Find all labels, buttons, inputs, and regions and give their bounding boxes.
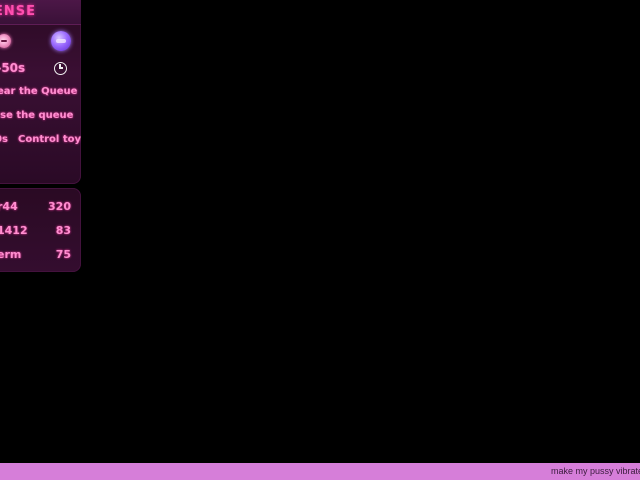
tip-leaderboard: r44 320 1412 83 erm 75 <box>0 188 81 272</box>
alarm-clock-icon[interactable] <box>54 62 67 75</box>
scrolling-ticker-bar: make my pussy vibrate d <box>0 463 640 480</box>
leaderboard-row: erm 75 <box>0 245 81 265</box>
leaderboard-user: erm <box>0 248 22 261</box>
icon-row <box>0 30 81 54</box>
leaderboard-score: 320 <box>48 200 71 213</box>
avatar-icon[interactable] <box>51 31 71 51</box>
duration-button[interactable]: 0s <box>0 134 8 145</box>
leaderboard-score: 75 <box>55 248 71 261</box>
clear-queue-button[interactable]: ear the Queue <box>0 86 77 97</box>
panel-header: ENSE <box>0 0 81 25</box>
leaderboard-row: 1412 83 <box>0 221 81 241</box>
leaderboard-user: 1412 <box>0 224 28 237</box>
brand-logo-text: ENSE <box>0 4 37 19</box>
toy-icon[interactable] <box>0 34 11 48</box>
control-menu-panel: ENSE 0-50s ear the Queue use the queue 0… <box>0 0 81 184</box>
pause-queue-button[interactable]: use the queue <box>0 110 73 121</box>
leaderboard-score: 83 <box>55 224 71 237</box>
leaderboard-row: r44 320 <box>0 197 81 217</box>
stream-overlay: ENSE 0-50s ear the Queue use the queue 0… <box>0 0 640 480</box>
time-range-label: 0-50s <box>0 61 26 75</box>
control-toy-button[interactable]: Control toy <box>18 134 81 145</box>
leaderboard-user: r44 <box>0 200 18 213</box>
ticker-text: make my pussy vibrate d <box>551 466 640 476</box>
